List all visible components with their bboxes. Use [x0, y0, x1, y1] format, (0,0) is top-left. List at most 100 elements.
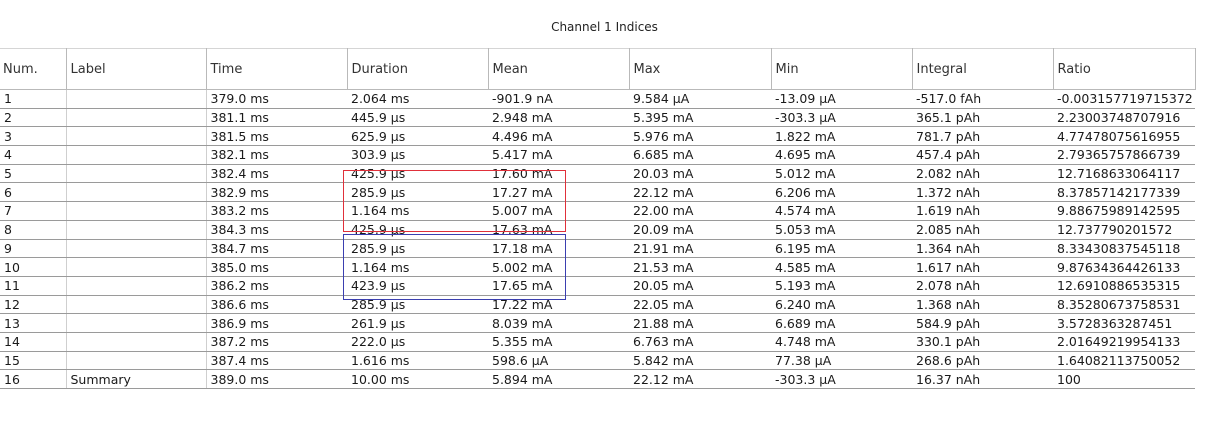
cell-integral: 457.4 pAh [912, 145, 1053, 165]
cell-num: 14 [0, 332, 67, 352]
cell-duration: 445.9 µs [347, 108, 488, 128]
column-header-label[interactable]: Label [66, 48, 207, 90]
column-header-integral[interactable]: Integral [912, 48, 1054, 90]
table-row[interactable]: 2 381.1 ms 445.9 µs 2.948 mA 5.395 mA -303.3 … [0, 108, 1195, 128]
cell-ratio: 9.87634364426133 [1053, 257, 1195, 277]
cell-ratio: 8.35280673758531 [1053, 295, 1195, 315]
column-header-time[interactable]: Time [206, 48, 348, 90]
cell-label [66, 145, 207, 165]
cell-ratio: 100 [1053, 369, 1195, 389]
cell-num: 2 [0, 108, 67, 128]
cell-time: 381.1 ms [206, 108, 347, 128]
cell-time: 387.2 ms [206, 332, 347, 352]
table-row[interactable]: 15 387.4 ms 1.616 ms 598.6 µA 5.842 mA 77.38 … [0, 351, 1195, 371]
cell-min: 4.574 mA [771, 201, 912, 221]
cell-num: 5 [0, 164, 67, 184]
cell-max: 22.05 mA [629, 295, 771, 315]
cell-label [66, 332, 207, 352]
table-title: Channel 1 Indices [551, 20, 658, 34]
cell-time: 385.0 ms [206, 257, 347, 277]
cell-num: 15 [0, 351, 67, 371]
cell-min: -303.3 µA [771, 108, 912, 128]
cell-time: 389.0 ms [206, 369, 347, 389]
cell-max: 21.91 mA [629, 239, 771, 259]
table-row[interactable]: 4 382.1 ms 303.9 µs 5.417 mA 6.685 mA 4.695 m… [0, 145, 1195, 165]
cell-mean: 5.894 mA [488, 369, 629, 389]
column-header-mean[interactable]: Mean [488, 48, 630, 90]
column-header-num[interactable]: Num. [0, 48, 67, 90]
table-row[interactable]: 13 386.9 ms 261.9 µs 8.039 mA 21.88 mA 6.689 … [0, 313, 1195, 333]
cell-duration: 425.9 µs [347, 220, 488, 240]
column-header-duration[interactable]: Duration [347, 48, 489, 90]
cell-ratio: 8.33430837545118 [1053, 239, 1195, 259]
indices-table[interactable]: Num. Label Time Duration Mean Max Min In… [0, 48, 1209, 420]
table-row[interactable]: 1 379.0 ms 2.064 ms -901.9 nA 9.584 µA -13.09… [0, 89, 1195, 109]
cell-num: 3 [0, 126, 67, 147]
table-row[interactable]: 11 386.2 ms 423.9 µs 17.65 mA 20.05 mA 5.193 … [0, 276, 1195, 296]
cell-max: 20.03 mA [629, 164, 771, 184]
cell-duration: 222.0 µs [347, 332, 488, 352]
column-header-ratio[interactable]: Ratio [1053, 48, 1196, 90]
cell-time: 382.9 ms [206, 182, 347, 203]
cell-duration: 425.9 µs [347, 164, 488, 184]
cell-integral: 2.082 nAh [912, 164, 1053, 184]
table-row[interactable]: 8 384.3 ms 425.9 µs 17.63 mA 20.09 mA 5.053 m… [0, 220, 1195, 240]
table-row[interactable]: 12 386.6 ms 285.9 µs 17.22 mA 22.05 mA 6.240 … [0, 295, 1195, 315]
cell-time: 379.0 ms [206, 89, 347, 109]
cell-mean: 17.60 mA [488, 164, 629, 184]
table-row[interactable]: 3 381.5 ms 625.9 µs 4.496 mA 5.976 mA 1.822 m… [0, 126, 1195, 147]
cell-ratio: 2.01649219954133 [1053, 332, 1195, 352]
cell-label [66, 313, 207, 333]
cell-label [66, 351, 207, 371]
cell-max: 9.584 µA [629, 89, 771, 109]
cell-num: 12 [0, 295, 67, 315]
cell-min: 6.195 mA [771, 239, 912, 259]
cell-mean: 17.22 mA [488, 295, 629, 315]
cell-integral: 268.6 pAh [912, 351, 1053, 371]
cell-duration: 1.164 ms [347, 201, 488, 221]
cell-max: 5.395 mA [629, 108, 771, 128]
cell-ratio: 12.6910886535315 [1053, 276, 1195, 296]
cell-label [66, 89, 207, 109]
cell-mean: 5.007 mA [488, 201, 629, 221]
cell-num: 7 [0, 201, 67, 221]
cell-ratio: 2.79365757866739 [1053, 145, 1195, 165]
cell-min: 5.053 mA [771, 220, 912, 240]
cell-min: 1.822 mA [771, 126, 912, 147]
cell-label [66, 295, 207, 315]
cell-duration: 261.9 µs [347, 313, 488, 333]
cell-duration: 303.9 µs [347, 145, 488, 165]
cell-time: 386.2 ms [206, 276, 347, 296]
cell-integral: 330.1 pAh [912, 332, 1053, 352]
column-header-min[interactable]: Min [771, 48, 913, 90]
cell-ratio: 12.737790201572 [1053, 220, 1195, 240]
table-row[interactable]: 10 385.0 ms 1.164 ms 5.002 mA 21.53 mA 4.585 … [0, 257, 1195, 277]
cell-max: 22.12 mA [629, 369, 771, 389]
cell-max: 6.685 mA [629, 145, 771, 165]
table-body: 1 379.0 ms 2.064 ms -901.9 nA 9.584 µA -13.09… [0, 89, 1195, 389]
cell-mean: 2.948 mA [488, 108, 629, 128]
cell-time: 382.4 ms [206, 164, 347, 184]
cell-min: -303.3 µA [771, 369, 912, 389]
cell-ratio: 1.64082113750052 [1053, 351, 1195, 371]
table-row[interactable]: 9 384.7 ms 285.9 µs 17.18 mA 21.91 mA 6.195 m… [0, 239, 1195, 259]
table-row[interactable]: 6 382.9 ms 285.9 µs 17.27 mA 22.12 mA 6.206 m… [0, 182, 1195, 203]
cell-max: 20.05 mA [629, 276, 771, 296]
table-row[interactable]: 5 382.4 ms 425.9 µs 17.60 mA 20.03 mA 5.012 m… [0, 164, 1195, 184]
cell-integral: 584.9 pAh [912, 313, 1053, 333]
cell-label [66, 164, 207, 184]
cell-mean: 5.417 mA [488, 145, 629, 165]
cell-duration: 625.9 µs [347, 126, 488, 147]
cell-num: 6 [0, 182, 67, 203]
column-header-max[interactable]: Max [629, 48, 772, 90]
cell-duration: 285.9 µs [347, 182, 488, 203]
cell-time: 384.3 ms [206, 220, 347, 240]
table-row[interactable]: 14 387.2 ms 222.0 µs 5.355 mA 6.763 mA 4.748 … [0, 332, 1195, 352]
cell-mean: 17.63 mA [488, 220, 629, 240]
cell-label [66, 201, 207, 221]
cell-duration: 285.9 µs [347, 295, 488, 315]
table-row[interactable]: 16 Summary 389.0 ms 10.00 ms 5.894 mA 22.12 m… [0, 369, 1195, 389]
cell-label [66, 126, 207, 147]
table-row[interactable]: 7 383.2 ms 1.164 ms 5.007 mA 22.00 mA 4.574 m… [0, 201, 1195, 221]
cell-time: 387.4 ms [206, 351, 347, 371]
